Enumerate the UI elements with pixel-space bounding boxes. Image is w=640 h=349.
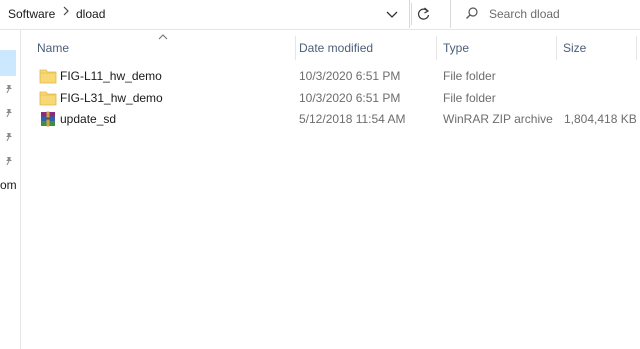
file-row[interactable]: FIG-L11_hw_demo 10/3/2020 6:51 PM File f… xyxy=(35,66,635,87)
winrar-archive-icon xyxy=(41,111,55,127)
search-icon xyxy=(466,7,478,19)
column-header-size[interactable]: Size xyxy=(557,36,637,60)
address-history-dropdown[interactable] xyxy=(383,5,401,23)
file-name: FIG-L31_hw_demo xyxy=(60,91,163,105)
file-type: File folder xyxy=(443,69,496,83)
file-type: File folder xyxy=(443,91,496,105)
column-header-type[interactable]: Type xyxy=(437,36,557,60)
file-type: WinRAR ZIP archive xyxy=(443,112,553,126)
breadcrumb-dload[interactable]: dload xyxy=(76,7,105,21)
breadcrumb-software[interactable]: Software xyxy=(8,7,55,21)
refresh-button[interactable] xyxy=(411,3,436,25)
file-date-modified: 10/3/2020 6:51 PM xyxy=(299,91,401,105)
chevron-right-icon xyxy=(63,6,69,16)
file-name: FIG-L11_hw_demo xyxy=(60,69,162,83)
search-box[interactable] xyxy=(450,0,640,28)
file-row[interactable]: FIG-L31_hw_demo 10/3/2020 6:51 PM File f… xyxy=(35,88,635,109)
file-date-modified: 10/3/2020 6:51 PM xyxy=(299,69,401,83)
column-headers: Name Date modified Type Size xyxy=(21,36,640,60)
pin-icon[interactable] xyxy=(4,84,14,94)
pin-icon[interactable] xyxy=(4,156,14,166)
file-row[interactable]: update_sd 5/12/2018 11:54 AM WinRAR ZIP … xyxy=(35,109,637,130)
file-explorer-window: Software dload Search dload om Name Date… xyxy=(0,0,640,349)
address-bar[interactable]: Software dload xyxy=(0,0,410,28)
pin-icon[interactable] xyxy=(4,108,14,118)
column-header-name[interactable]: Name xyxy=(31,36,296,60)
file-size: 1,804,418 KB xyxy=(564,112,637,126)
navigation-pane: om xyxy=(0,30,21,349)
file-list: Name Date modified Type Size FIG-L11_hw_… xyxy=(21,30,640,349)
pin-icon[interactable] xyxy=(4,132,14,142)
folder-icon xyxy=(39,91,57,106)
file-name: update_sd xyxy=(60,112,117,126)
search-input[interactable] xyxy=(489,5,629,23)
nav-item-selected[interactable] xyxy=(0,50,16,76)
refresh-icon xyxy=(417,7,430,20)
column-header-date-modified[interactable]: Date modified xyxy=(293,36,437,60)
chevron-down-icon xyxy=(386,11,398,18)
address-toolbar: Software dload xyxy=(0,0,640,30)
nav-item-partial-label[interactable]: om xyxy=(0,178,17,192)
folder-icon xyxy=(39,69,57,84)
file-date-modified: 5/12/2018 11:54 AM xyxy=(299,112,406,126)
breadcrumb-separator[interactable] xyxy=(62,4,70,22)
